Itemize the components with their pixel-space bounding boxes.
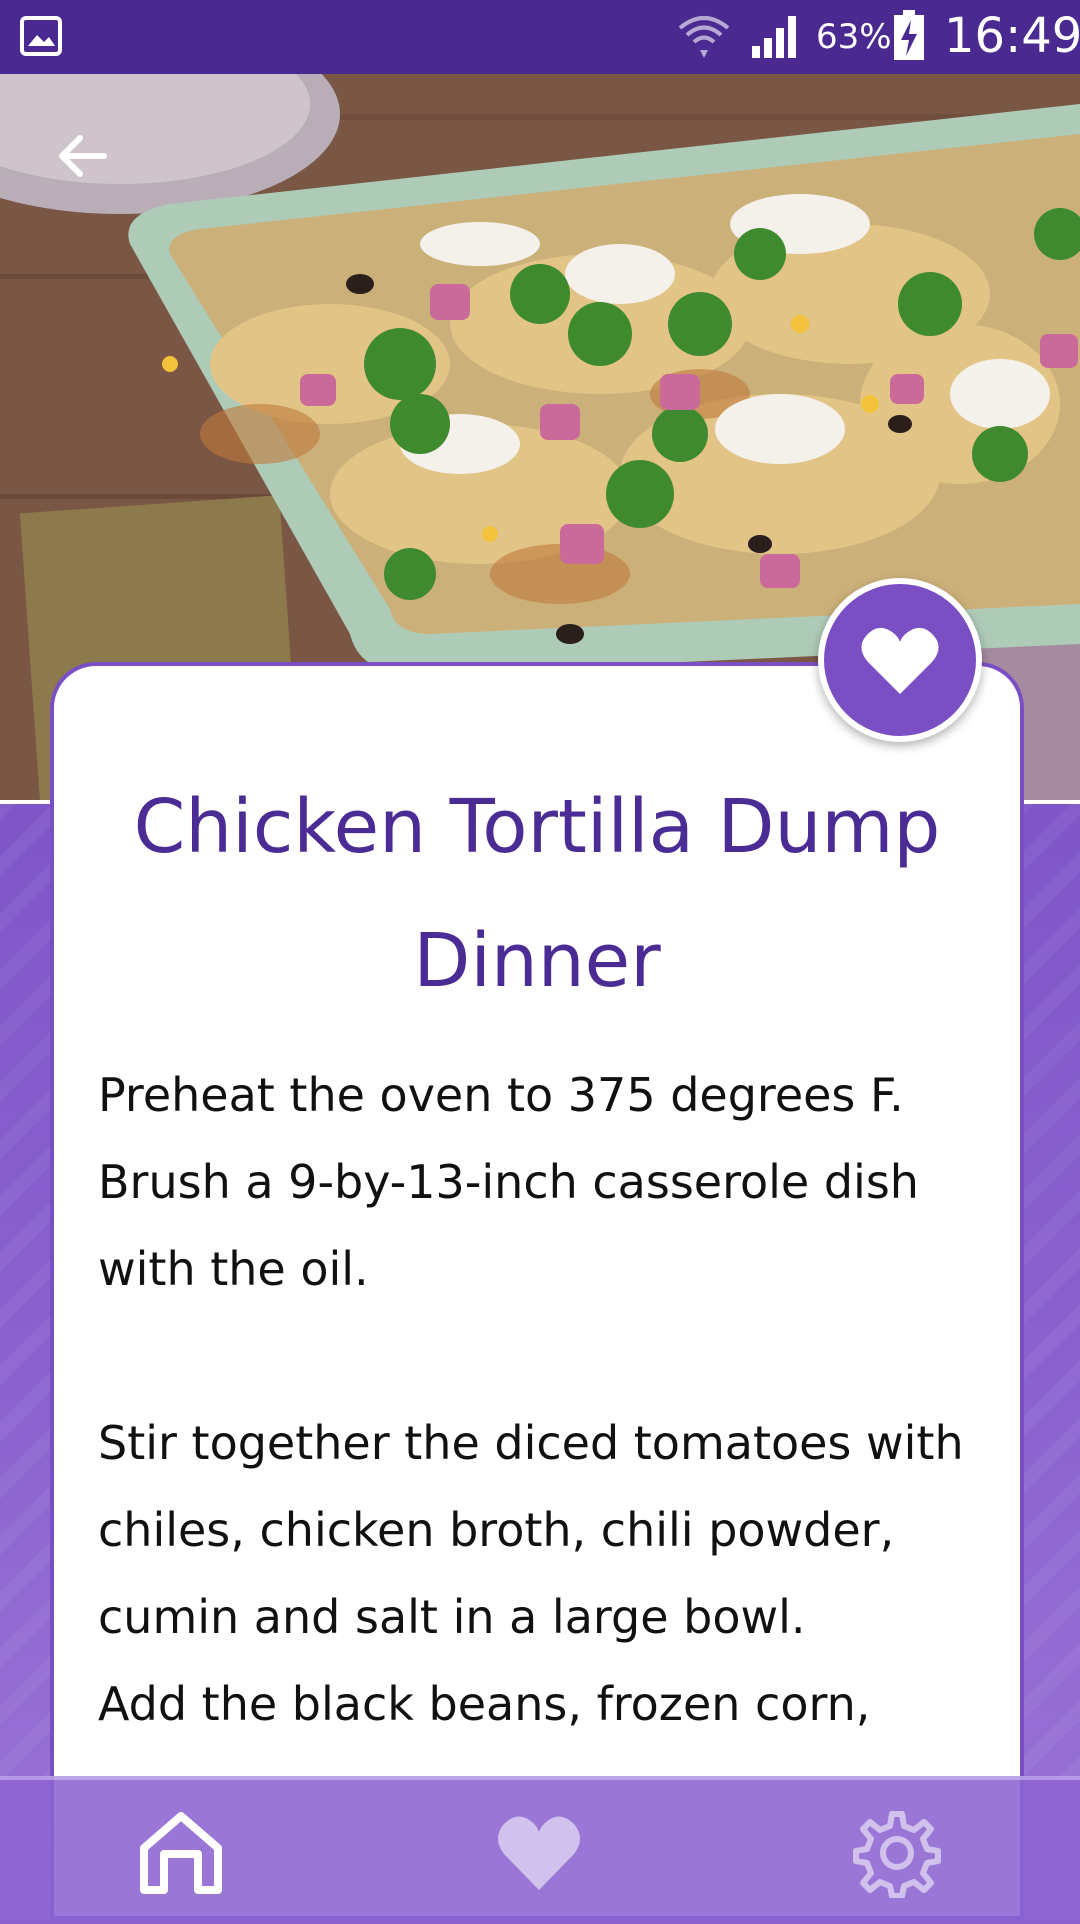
battery-charging-icon <box>894 10 924 60</box>
recipe-instructions: Preheat the oven to 375 degrees F. Brush… <box>54 1028 1020 1748</box>
favorite-button[interactable] <box>818 578 982 742</box>
gallery-icon <box>20 16 62 56</box>
battery-percent: 63% <box>816 17 892 57</box>
signal-icon <box>752 16 796 58</box>
gear-icon[interactable] <box>852 1808 942 1898</box>
wifi-icon <box>678 16 730 58</box>
recipe-card: Chicken Tortilla Dump Dinner Preheat the… <box>50 662 1024 1920</box>
heart-icon <box>861 627 939 694</box>
instruction-paragraph: Preheat the oven to 375 degrees F. Brush… <box>98 1068 919 1296</box>
heart-icon[interactable] <box>494 1808 584 1898</box>
instruction-paragraph: Stir together the diced tomatoes with ch… <box>98 1416 964 1644</box>
clock: 16:49 <box>944 8 1080 64</box>
back-button[interactable] <box>52 126 112 186</box>
instruction-paragraph: Add the black beans, frozen corn, <box>98 1677 871 1731</box>
bottom-navigation <box>0 1776 1080 1924</box>
status-bar: 63% 16:49 <box>0 0 1080 74</box>
home-icon[interactable] <box>136 1808 226 1898</box>
